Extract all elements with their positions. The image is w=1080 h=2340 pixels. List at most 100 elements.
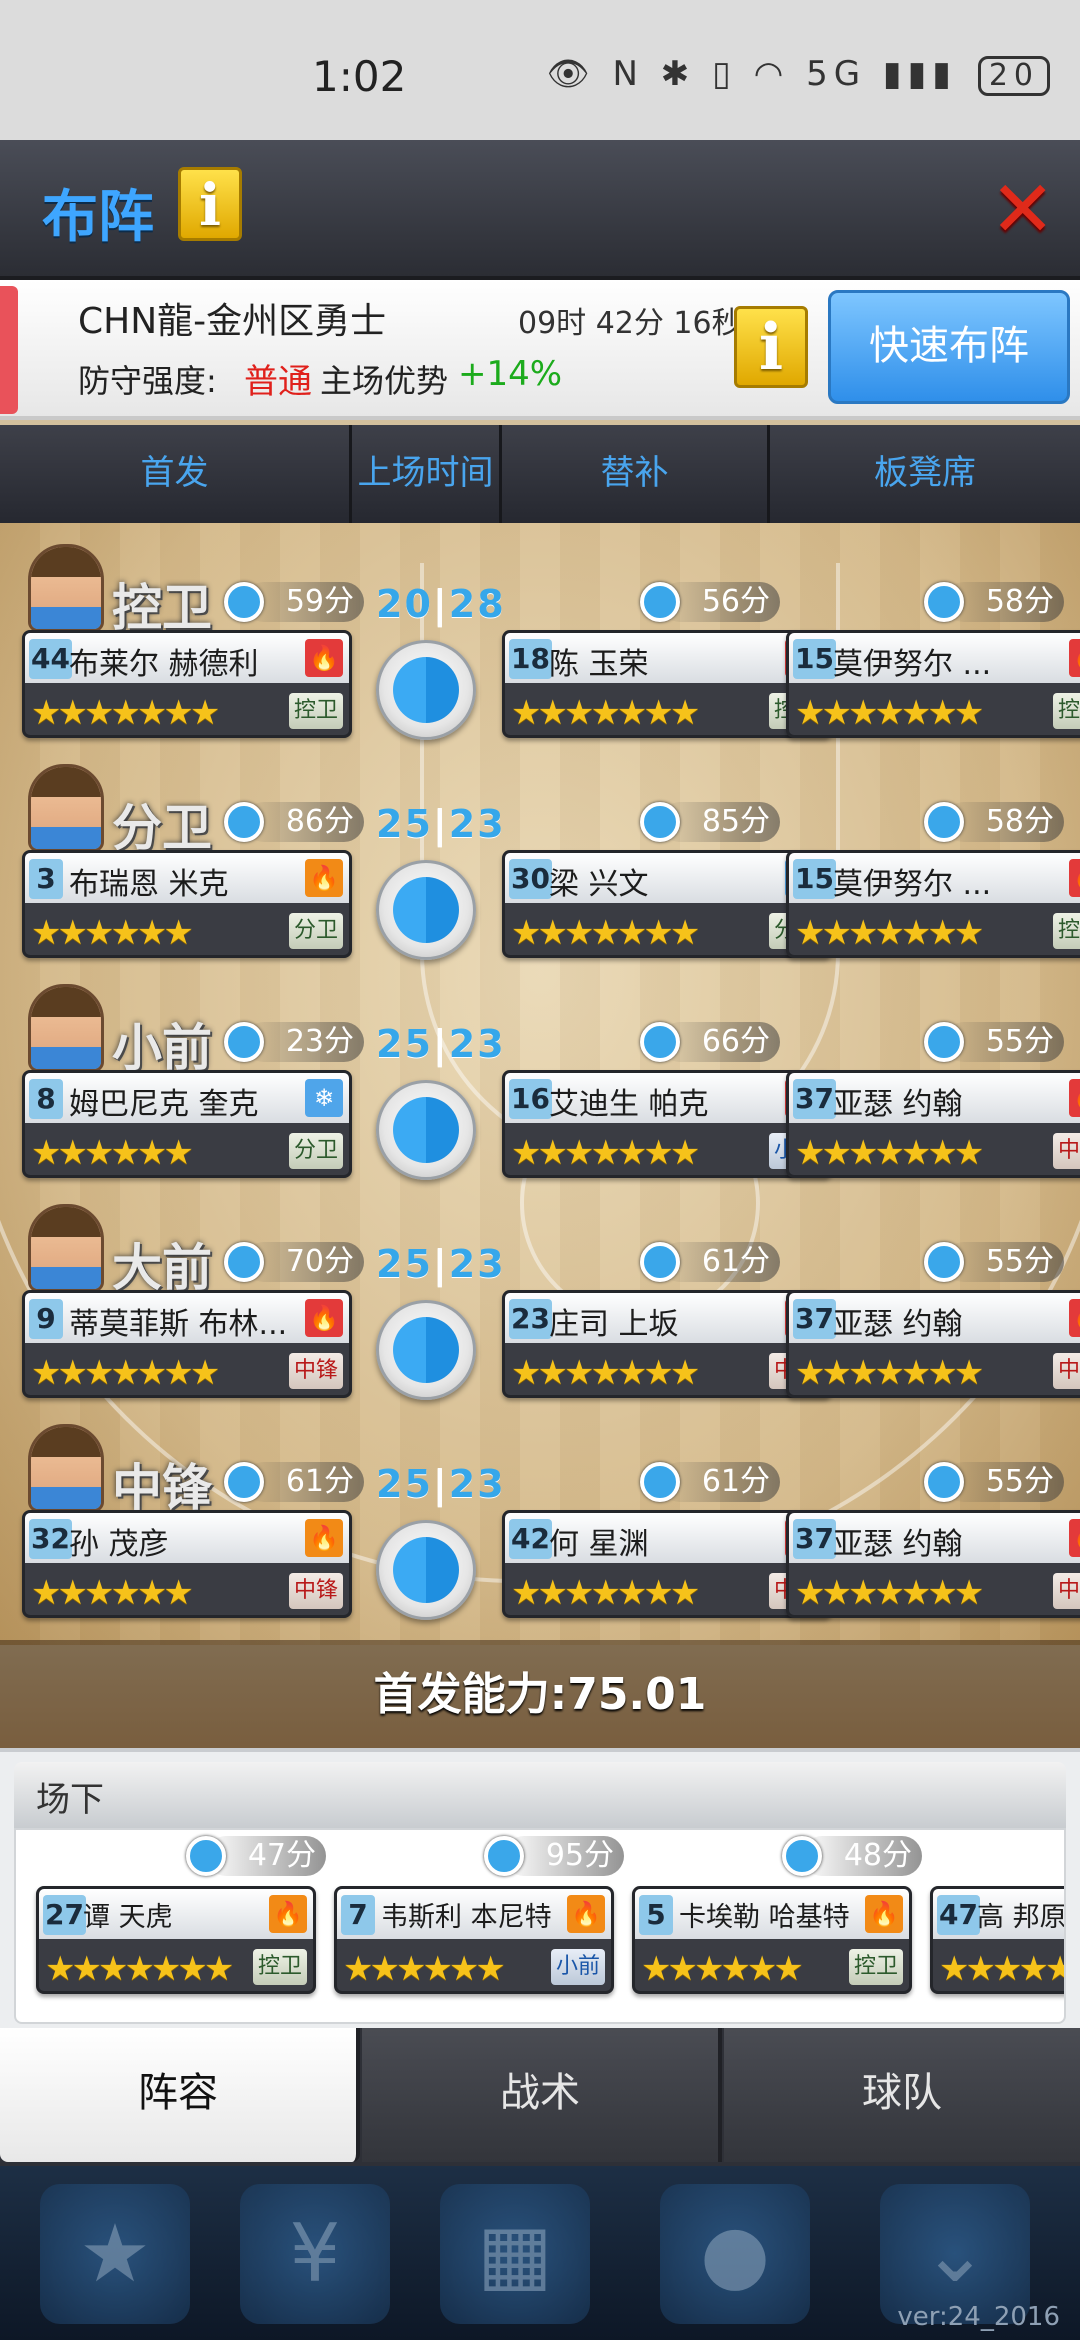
clock-icon	[924, 1462, 964, 1502]
battery-icon: 20	[977, 56, 1050, 96]
player-name: 布莱尔 赫德利	[69, 647, 259, 682]
player-name: 莫伊努尔 ...	[833, 647, 992, 682]
player-name: 姆巴尼克 奎克	[69, 1087, 259, 1122]
ratio-b: 23	[448, 1242, 506, 1286]
info-icon[interactable]: i	[178, 167, 242, 241]
clock-icon	[640, 802, 680, 842]
version-label: ver:24_2016	[897, 2302, 1060, 2332]
fire-icon: 🔥	[305, 1519, 343, 1557]
player-card[interactable]: 30梁 兴文❄★★★★★★★分卫	[502, 850, 832, 958]
jersey-number: 37	[793, 1079, 836, 1119]
player-name: 梁 兴文	[549, 867, 649, 902]
position-tag: 中锋	[1053, 1133, 1080, 1169]
bench-player-card[interactable]: 47 高 邦原 ★★★★★	[930, 1886, 1064, 1994]
ratio-separator: |	[432, 1022, 449, 1066]
ratio-a: 25	[376, 1022, 433, 1066]
bench-player-card[interactable]: 7 韦斯利 本尼特 🔥 ★★★★★★ 小前	[334, 1886, 614, 1994]
defense-value: 普通	[244, 362, 312, 402]
player-name: 莫伊努尔 ...	[833, 867, 992, 902]
close-icon[interactable]: ✕	[990, 170, 1060, 250]
substitution-toggle[interactable]	[376, 1300, 476, 1400]
tab-team[interactable]: 球队	[724, 2028, 1080, 2162]
player-card[interactable]: 37亚瑟 约翰 🔥 ★★★★★★★ 中锋	[786, 1510, 1080, 1618]
player-name: 陈 玉荣	[549, 647, 649, 682]
substitution-toggle[interactable]	[376, 640, 476, 740]
clock-icon	[640, 582, 680, 622]
ratio-separator: |	[432, 1242, 449, 1286]
player-card[interactable]: 32 孙 茂彦 🔥 ★★★★★★ 中锋	[22, 1510, 352, 1618]
ratio-a: 20	[376, 582, 433, 626]
player-card[interactable]: 42何 星渊🔥★★★★★★★中锋	[502, 1510, 832, 1618]
position-tag: 控卫	[289, 693, 343, 729]
player-card[interactable]: 8 姆巴尼克 奎克 ❄ ★★★★★★ 分卫	[22, 1070, 352, 1178]
jersey-number: 7	[341, 1895, 375, 1935]
player-name: 谭 天虎	[83, 1902, 173, 1933]
team-panel: CHN龍-金州区勇士 09时 42分 16秒 防守强度: 普通 主场优势 +14…	[0, 280, 1080, 420]
star-rating: ★★★★★★★	[795, 693, 984, 733]
player-card[interactable]: 15莫伊努尔 ... 🔥 ★★★★★★★ 控卫	[786, 630, 1080, 738]
player-portrait	[28, 1204, 104, 1292]
team-name: CHN龍-金州区勇士	[78, 301, 387, 342]
jersey-number: 9	[29, 1299, 63, 1339]
court-icon: ▦	[440, 2184, 590, 2324]
starting-power: 首发能力:75.01	[0, 1640, 1080, 1750]
player-card[interactable]: 15莫伊努尔 ... 🔥 ★★★★★★★ 控卫	[786, 850, 1080, 958]
player-name: 亚瑟 约翰	[833, 1307, 963, 1342]
clock-icon	[924, 582, 964, 622]
player-portrait	[28, 984, 104, 1072]
team-color-bar	[0, 286, 18, 414]
player-card[interactable]: 37亚瑟 约翰 🔥 ★★★★★★★ 中锋	[786, 1070, 1080, 1178]
tab-tactics[interactable]: 战术	[362, 2028, 722, 2162]
substitution-toggle[interactable]	[376, 1520, 476, 1620]
player-card[interactable]: 9 蒂莫菲斯 布林... 🔥 ★★★★★★★ 中锋	[22, 1290, 352, 1398]
player-card[interactable]: 44 布莱尔 赫德利 🔥 ★★★★★★★ 控卫	[22, 630, 352, 738]
jersey-number: 18	[509, 639, 552, 679]
player-card[interactable]: 37亚瑟 约翰 🔥 ★★★★★★★ 中锋	[786, 1290, 1080, 1398]
clock-icon	[640, 1022, 680, 1062]
home-advantage-value: +14%	[458, 354, 563, 394]
clock-icon	[924, 1022, 964, 1062]
jersey-number: 16	[509, 1079, 552, 1119]
star-rating: ★★★★★★★	[511, 913, 700, 953]
position-tag: 控卫	[1053, 693, 1080, 729]
star-rating: ★★★★★★★	[795, 1133, 984, 1173]
clock-icon	[484, 1836, 524, 1876]
substitution-toggle[interactable]	[376, 1080, 476, 1180]
star-rating: ★★★★★★★	[795, 1353, 984, 1393]
jersey-number: 23	[509, 1299, 552, 1339]
jersey-number: 15	[793, 639, 836, 679]
jersey-number: 47	[937, 1895, 980, 1935]
player-card[interactable]: 3 布瑞恩 米克 🔥 ★★★★★★ 分卫	[22, 850, 352, 958]
portrait-jersey	[31, 1047, 101, 1069]
ball-icon: ●	[660, 2184, 810, 2324]
player-card[interactable]: 23庄司 上坂🔥★★★★★★★中锋	[502, 1290, 832, 1398]
clock-icon	[224, 802, 264, 842]
player-name: 蒂莫菲斯 布林...	[69, 1307, 288, 1342]
player-name: 布瑞恩 米克	[69, 867, 229, 902]
fire-icon: 🔥	[1069, 639, 1080, 677]
player-card[interactable]: 16艾迪生 帕克🔥★★★★★★★小前	[502, 1070, 832, 1178]
status-icon-group: 👁 N ✱ ▯ ◠ 5G ▮▮▮	[546, 54, 957, 94]
position-tag: 中锋	[289, 1573, 343, 1609]
currency-icon: ¥	[240, 2184, 390, 2324]
portrait-hair	[31, 1207, 101, 1237]
team-info-icon[interactable]: i	[734, 306, 808, 388]
fire-icon: 🔥	[305, 639, 343, 677]
bench-player-card[interactable]: 5 卡埃勒 哈基特 🔥 ★★★★★★ 控卫	[632, 1886, 912, 1994]
tab-roster[interactable]: 阵容	[0, 2028, 360, 2162]
star-rating: ★★★★★★★	[511, 693, 700, 733]
substitution-toggle[interactable]	[376, 860, 476, 960]
quick-lineup-button[interactable]: 快速布阵	[828, 290, 1070, 404]
portrait-jersey	[31, 607, 101, 629]
status-icons: 👁 N ✱ ▯ ◠ 5G ▮▮▮ 20	[547, 54, 1050, 96]
portrait-hair	[31, 547, 101, 577]
clock-icon	[640, 1242, 680, 1282]
fire-icon: 🔥	[305, 1299, 343, 1337]
star-icon: ★	[40, 2184, 190, 2324]
player-card[interactable]: 18陈 玉荣🔥★★★★★★★控卫	[502, 630, 832, 738]
clock-icon	[924, 802, 964, 842]
bench-player-card[interactable]: 27 谭 天虎 🔥 ★★★★★★★ 控卫	[36, 1886, 316, 1994]
ratio-separator: |	[432, 802, 449, 846]
star-rating: ★★★★★★★	[511, 1353, 700, 1393]
bench-player-strip[interactable]: 47分 27 谭 天虎 🔥 ★★★★★★★ 控卫 95分 7 韦斯利 本尼特 🔥 ★★★★★★ 小前 4…	[14, 1828, 1066, 2024]
